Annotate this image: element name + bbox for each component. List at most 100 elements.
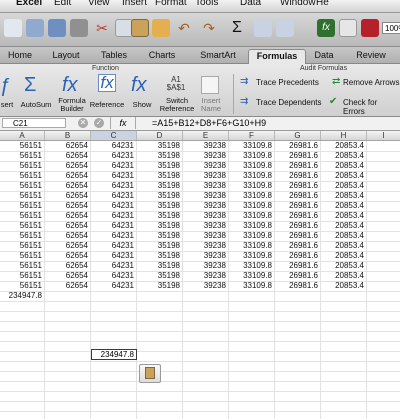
- table-cell[interactable]: [45, 391, 91, 401]
- table-cell[interactable]: [45, 351, 91, 361]
- table-cell[interactable]: [183, 381, 229, 391]
- tab-charts[interactable]: Charts: [140, 49, 184, 63]
- tab-layout[interactable]: Layout: [44, 49, 88, 63]
- column-header-e[interactable]: E: [183, 131, 229, 140]
- table-cell[interactable]: [275, 371, 321, 381]
- table-cell[interactable]: [91, 401, 137, 411]
- table-cell[interactable]: [321, 351, 367, 361]
- table-cell[interactable]: [0, 371, 45, 381]
- table-cell[interactable]: [275, 311, 321, 321]
- table-cell[interactable]: 39238: [183, 191, 229, 201]
- table-cell[interactable]: 64231: [91, 171, 137, 181]
- table-cell[interactable]: [321, 301, 367, 311]
- table-cell[interactable]: [0, 381, 45, 391]
- table-cell[interactable]: 64231: [91, 181, 137, 191]
- table-cell[interactable]: [91, 391, 137, 401]
- show-formulas-icon[interactable]: fx: [131, 74, 147, 97]
- table-cell[interactable]: [275, 301, 321, 311]
- table-cell[interactable]: 62654: [45, 251, 91, 261]
- table-cell[interactable]: [229, 401, 275, 411]
- menu-app[interactable]: Excel: [16, 0, 42, 9]
- table-cell[interactable]: 56151: [0, 141, 45, 151]
- table-cell[interactable]: [91, 371, 137, 381]
- enter-icon[interactable]: ✓: [94, 118, 104, 128]
- table-cell[interactable]: 20853.4: [321, 171, 367, 181]
- sort-icon[interactable]: [254, 19, 272, 37]
- insert-function-icon[interactable]: ƒ: [0, 75, 11, 98]
- table-cell[interactable]: 234947.8: [0, 291, 45, 301]
- undo-icon[interactable]: ↶: [175, 19, 193, 37]
- tab-review[interactable]: Review: [346, 49, 396, 63]
- table-cell[interactable]: 33109.8: [229, 141, 275, 151]
- table-cell[interactable]: 33109.8: [229, 161, 275, 171]
- table-cell[interactable]: [45, 341, 91, 351]
- selected-cell[interactable]: 234947.8: [91, 349, 137, 360]
- table-cell[interactable]: 26981.6: [275, 201, 321, 211]
- table-cell[interactable]: 33109.8: [229, 261, 275, 271]
- table-cell[interactable]: [91, 311, 137, 321]
- table-cell[interactable]: 26981.6: [275, 161, 321, 171]
- table-cell[interactable]: [229, 331, 275, 341]
- column-header-f[interactable]: F: [229, 131, 275, 140]
- table-cell[interactable]: 20853.4: [321, 181, 367, 191]
- table-cell[interactable]: 33109.8: [229, 251, 275, 261]
- check-errors-icon[interactable]: ✔: [329, 96, 337, 107]
- table-cell[interactable]: [275, 341, 321, 351]
- table-cell[interactable]: [321, 331, 367, 341]
- table-cell[interactable]: 62654: [45, 171, 91, 181]
- table-cell[interactable]: 56151: [0, 171, 45, 181]
- table-cell[interactable]: [183, 361, 229, 371]
- table-cell[interactable]: 35198: [137, 191, 183, 201]
- table-cell[interactable]: 35198: [137, 231, 183, 241]
- table-cell[interactable]: 33109.8: [229, 181, 275, 191]
- table-cell[interactable]: [275, 291, 321, 301]
- table-cell[interactable]: 33109.8: [229, 231, 275, 241]
- trace-precedents-icon[interactable]: ⇉: [240, 76, 248, 87]
- table-cell[interactable]: 39238: [183, 231, 229, 241]
- tab-formulas[interactable]: Formulas: [248, 49, 306, 64]
- table-cell[interactable]: [321, 361, 367, 371]
- new-icon[interactable]: [4, 19, 22, 37]
- table-cell[interactable]: [0, 361, 45, 371]
- table-cell[interactable]: 56151: [0, 181, 45, 191]
- cancel-icon[interactable]: ✕: [78, 118, 88, 128]
- table-cell[interactable]: [0, 401, 45, 411]
- table-cell[interactable]: [137, 301, 183, 311]
- table-cell[interactable]: [45, 371, 91, 381]
- menu-insert[interactable]: Format: [155, 0, 187, 9]
- table-cell[interactable]: [91, 381, 137, 391]
- paste-icon[interactable]: [131, 19, 149, 37]
- table-cell[interactable]: [229, 371, 275, 381]
- table-cell[interactable]: [229, 361, 275, 371]
- table-cell[interactable]: [183, 391, 229, 401]
- insert-name-label[interactable]: Insert Name: [197, 97, 225, 113]
- table-cell[interactable]: [137, 321, 183, 331]
- switch-reference-icon[interactable]: A1 $A$1: [164, 76, 188, 92]
- table-cell[interactable]: 35198: [137, 181, 183, 191]
- table-cell[interactable]: 35198: [137, 151, 183, 161]
- table-cell[interactable]: [0, 321, 45, 331]
- table-cell[interactable]: 56151: [0, 271, 45, 281]
- table-cell[interactable]: 56151: [0, 231, 45, 241]
- table-cell[interactable]: [0, 391, 45, 401]
- table-cell[interactable]: [229, 351, 275, 361]
- autosum-large-icon[interactable]: Σ: [24, 74, 36, 97]
- table-cell[interactable]: [45, 311, 91, 321]
- reference-label[interactable]: Reference: [89, 101, 125, 109]
- table-cell[interactable]: 26981.6: [275, 281, 321, 291]
- table-cell[interactable]: [91, 331, 137, 341]
- table-cell[interactable]: [0, 341, 45, 351]
- table-cell[interactable]: [321, 391, 367, 401]
- table-cell[interactable]: 26981.6: [275, 271, 321, 281]
- table-cell[interactable]: 20853.4: [321, 271, 367, 281]
- table-cell[interactable]: 35198: [137, 271, 183, 281]
- table-cell[interactable]: 64231: [91, 231, 137, 241]
- column-header-a[interactable]: A: [0, 131, 45, 140]
- table-cell[interactable]: [137, 351, 183, 361]
- table-cell[interactable]: 62654: [45, 201, 91, 211]
- table-cell[interactable]: 39238: [183, 281, 229, 291]
- table-cell[interactable]: [229, 291, 275, 301]
- table-cell[interactable]: 64231: [91, 161, 137, 171]
- formula-builder-icon[interactable]: fx: [62, 74, 78, 97]
- table-cell[interactable]: [183, 331, 229, 341]
